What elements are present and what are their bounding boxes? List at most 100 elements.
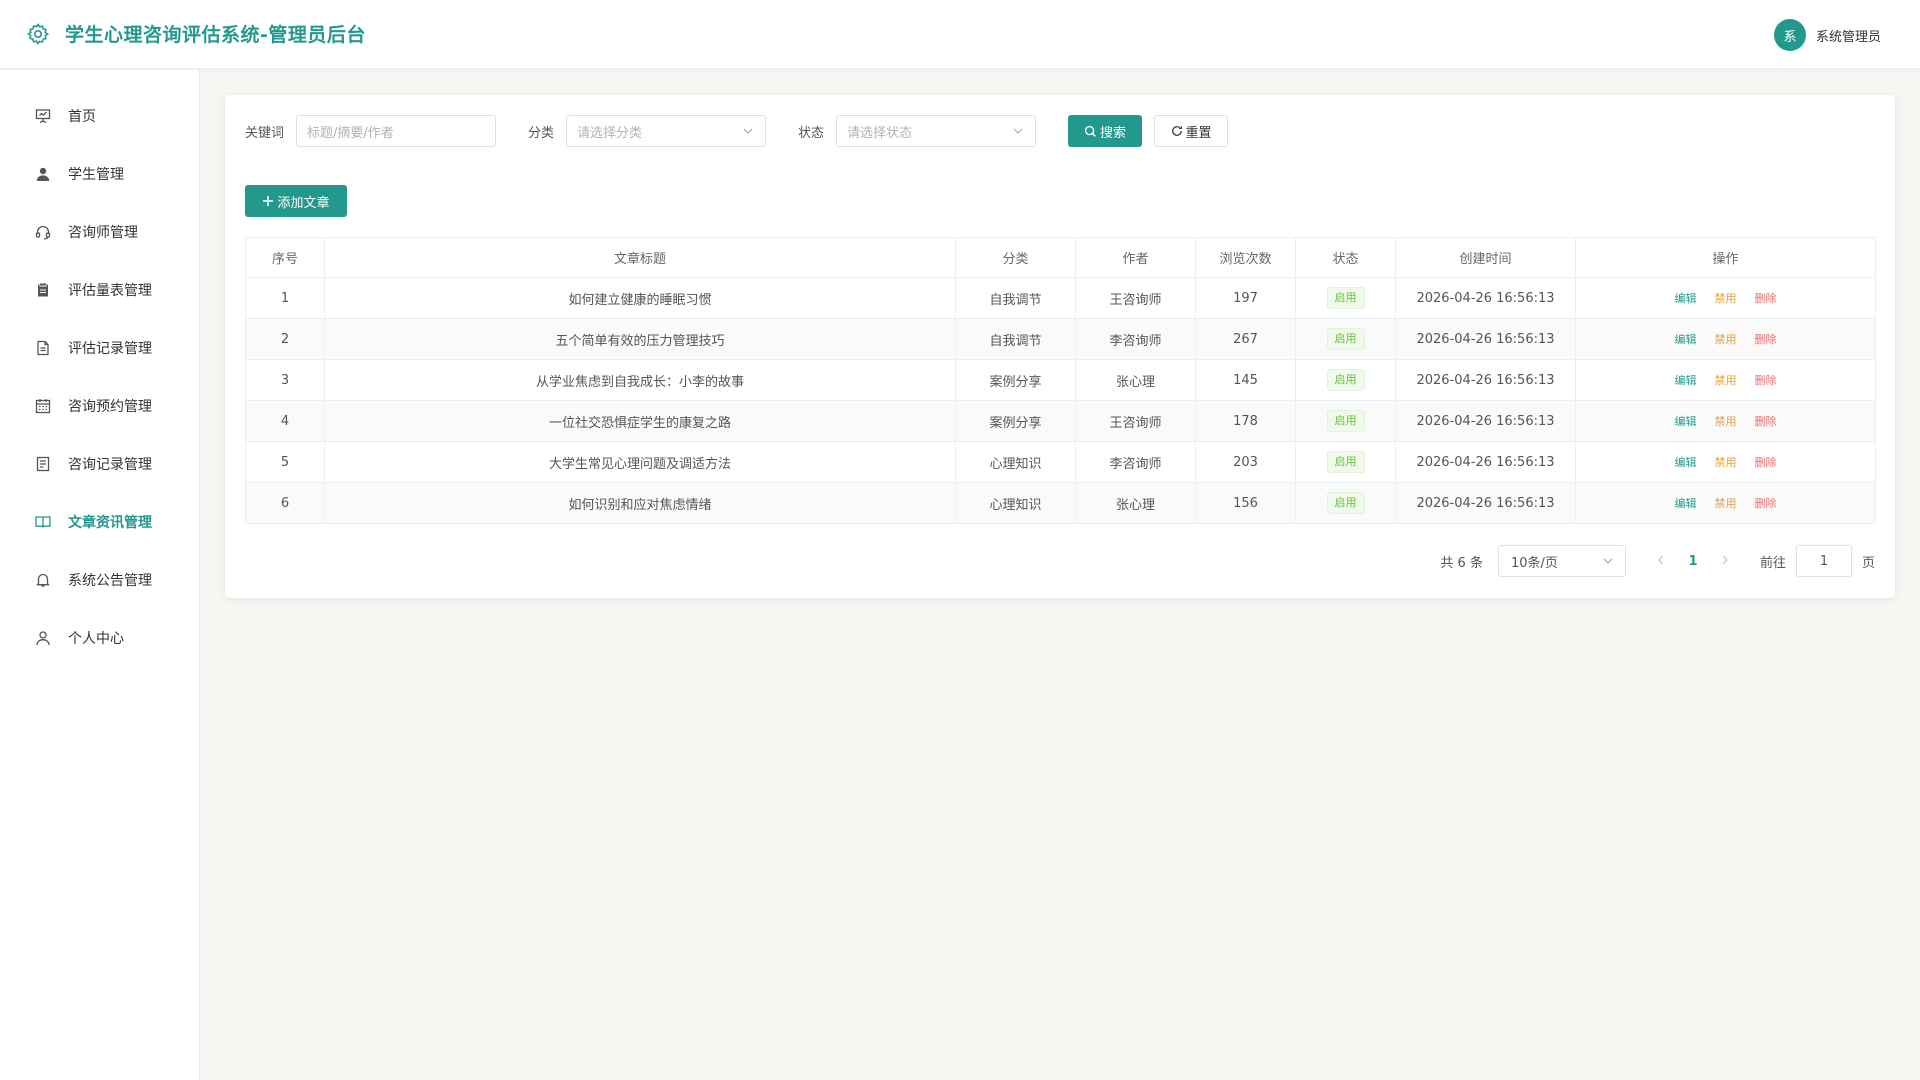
page-number-current[interactable]: 1: [1678, 554, 1708, 569]
sidebar-item-counselors[interactable]: 咨询师管理: [0, 203, 199, 261]
cell-actions: 编辑 禁用 删除: [1575, 400, 1876, 442]
cell-actions: 编辑 禁用 删除: [1575, 441, 1876, 483]
bell-icon: [34, 571, 52, 589]
chevron-down-icon: [1011, 124, 1025, 138]
cell-status: 启用: [1295, 400, 1396, 442]
status-placeholder: 请选择状态: [847, 125, 913, 141]
disable-button[interactable]: 禁用: [1715, 331, 1737, 347]
edit-button[interactable]: 编辑: [1675, 454, 1697, 470]
book-icon: [34, 513, 52, 531]
cell-category: 案例分享: [955, 400, 1076, 442]
cell-status: 启用: [1295, 441, 1396, 483]
cell-title: 五个简单有效的压力管理技巧: [324, 318, 956, 360]
disable-button[interactable]: 禁用: [1715, 372, 1737, 388]
table-row: 3 从学业焦虑到自我成长：小李的故事 案例分享 张心理 145 启用 2026-…: [245, 359, 1876, 401]
brand: 学生心理咨询评估系统-管理员后台: [25, 20, 366, 47]
reset-button[interactable]: 重置: [1154, 115, 1229, 147]
sidebar: 首页 学生管理 咨询师管理 评估量表管理 评估记录管理 咨询预约管理 咨询记录管…: [0, 70, 200, 1080]
user-name[interactable]: 系统管理员: [1816, 26, 1881, 45]
reset-button-label: 重置: [1185, 125, 1212, 141]
page-size-value: 10条/页: [1510, 555, 1558, 571]
plus-icon: [263, 196, 274, 206]
delete-button[interactable]: 删除: [1755, 454, 1777, 470]
sidebar-item-label: 咨询记录管理: [68, 457, 152, 473]
disable-button[interactable]: 禁用: [1715, 454, 1737, 470]
edit-button[interactable]: 编辑: [1675, 290, 1697, 306]
search-button[interactable]: 搜索: [1068, 115, 1143, 147]
category-select[interactable]: 请选择分类: [566, 115, 767, 147]
search-button-label: 搜索: [1100, 125, 1127, 141]
pagination: 共 6 条 10条/页 1 前往 1 页: [1440, 545, 1875, 577]
next-page-button[interactable]: [1710, 554, 1740, 569]
goto-page-value: 1: [1819, 553, 1829, 569]
user-menu[interactable]: 系 系统管理员: [1773, 19, 1881, 51]
column-header: 序号: [245, 237, 325, 278]
document-icon: [34, 339, 52, 357]
refresh-icon: [1171, 126, 1182, 136]
disable-button[interactable]: 禁用: [1715, 413, 1737, 429]
table-row: 4 一位社交恐惧症学生的康复之路 案例分享 王咨询师 178 启用 2026-0…: [245, 400, 1876, 442]
edit-button[interactable]: 编辑: [1675, 331, 1697, 347]
articles-table: 序号 文章标题 分类 作者 浏览次数 状态 创建时间 操作 1 如何建立健康的睡…: [245, 237, 1876, 524]
table-header: 序号 文章标题 分类 作者 浏览次数 状态 创建时间 操作: [245, 237, 1876, 278]
table-row: 5 大学生常见心理问题及调适方法 心理知识 李咨询师 203 启用 2026-0…: [245, 441, 1876, 483]
sidebar-item-label: 评估记录管理: [68, 341, 152, 357]
app-title: 学生心理咨询评估系统-管理员后台: [65, 24, 366, 46]
cell-category: 心理知识: [955, 441, 1076, 483]
sidebar-item-label: 个人中心: [68, 631, 124, 647]
prev-page-button[interactable]: [1646, 554, 1676, 569]
edit-button[interactable]: 编辑: [1675, 413, 1697, 429]
cell-author: 张心理: [1075, 482, 1196, 524]
cell-author: 李咨询师: [1075, 441, 1196, 483]
chevron-right-icon: [1723, 555, 1728, 564]
cell-created: 2026-04-26 16:56:13: [1395, 359, 1576, 401]
cell-category: 案例分享: [955, 359, 1076, 401]
cell-views: 156: [1195, 482, 1296, 524]
cell-views: 197: [1195, 277, 1296, 319]
sidebar-item-home[interactable]: 首页: [0, 87, 199, 145]
edit-button[interactable]: 编辑: [1675, 372, 1697, 388]
add-article-button[interactable]: 添加文章: [245, 185, 347, 217]
status-badge: 启用: [1326, 369, 1365, 391]
keyword-input[interactable]: 标题/摘要/作者: [296, 115, 497, 147]
edit-button[interactable]: 编辑: [1675, 495, 1697, 511]
status-badge: 启用: [1326, 451, 1365, 473]
goto-page-input[interactable]: 1: [1795, 545, 1852, 577]
cell-title: 一位社交恐惧症学生的康复之路: [324, 400, 956, 442]
cell-actions: 编辑 禁用 删除: [1575, 277, 1876, 319]
delete-button[interactable]: 删除: [1755, 290, 1777, 306]
cell-author: 张心理: [1075, 359, 1196, 401]
cell-status: 启用: [1295, 277, 1396, 319]
sidebar-item-students[interactable]: 学生管理: [0, 145, 199, 203]
delete-button[interactable]: 删除: [1755, 331, 1777, 347]
avatar[interactable]: 系: [1773, 19, 1806, 51]
sidebar-item-articles[interactable]: 文章资讯管理: [0, 493, 199, 551]
sidebar-item-label: 首页: [68, 109, 96, 125]
sidebar-item-announcements[interactable]: 系统公告管理: [0, 551, 199, 609]
sidebar-item-appointments[interactable]: 咨询预约管理: [0, 377, 199, 435]
delete-button[interactable]: 删除: [1755, 413, 1777, 429]
table-row: 2 五个简单有效的压力管理技巧 自我调节 李咨询师 267 启用 2026-04…: [245, 318, 1876, 360]
sidebar-item-consult-records[interactable]: 咨询记录管理: [0, 435, 199, 493]
delete-button[interactable]: 删除: [1755, 372, 1777, 388]
page-size-select[interactable]: 10条/页: [1497, 545, 1626, 577]
cell-index: 5: [245, 441, 325, 483]
disable-button[interactable]: 禁用: [1715, 290, 1737, 306]
cell-author: 王咨询师: [1075, 400, 1196, 442]
cell-index: 2: [245, 318, 325, 360]
sidebar-item-scales[interactable]: 评估量表管理: [0, 261, 199, 319]
delete-button[interactable]: 删除: [1755, 495, 1777, 511]
cell-index: 6: [245, 482, 325, 524]
table-row: 6 如何识别和应对焦虑情绪 心理知识 张心理 156 启用 2026-04-26…: [245, 482, 1876, 524]
disable-button[interactable]: 禁用: [1715, 495, 1737, 511]
cell-views: 145: [1195, 359, 1296, 401]
goto-label: 前往: [1759, 555, 1786, 571]
column-header: 状态: [1295, 237, 1396, 278]
chevron-down-icon: [1601, 554, 1615, 568]
status-select[interactable]: 请选择状态: [836, 115, 1037, 147]
cell-category: 自我调节: [955, 318, 1076, 360]
sidebar-item-assessment-records[interactable]: 评估记录管理: [0, 319, 199, 377]
sidebar-item-profile[interactable]: 个人中心: [0, 609, 199, 667]
status-badge: 启用: [1326, 287, 1365, 309]
status-badge: 启用: [1326, 410, 1365, 432]
